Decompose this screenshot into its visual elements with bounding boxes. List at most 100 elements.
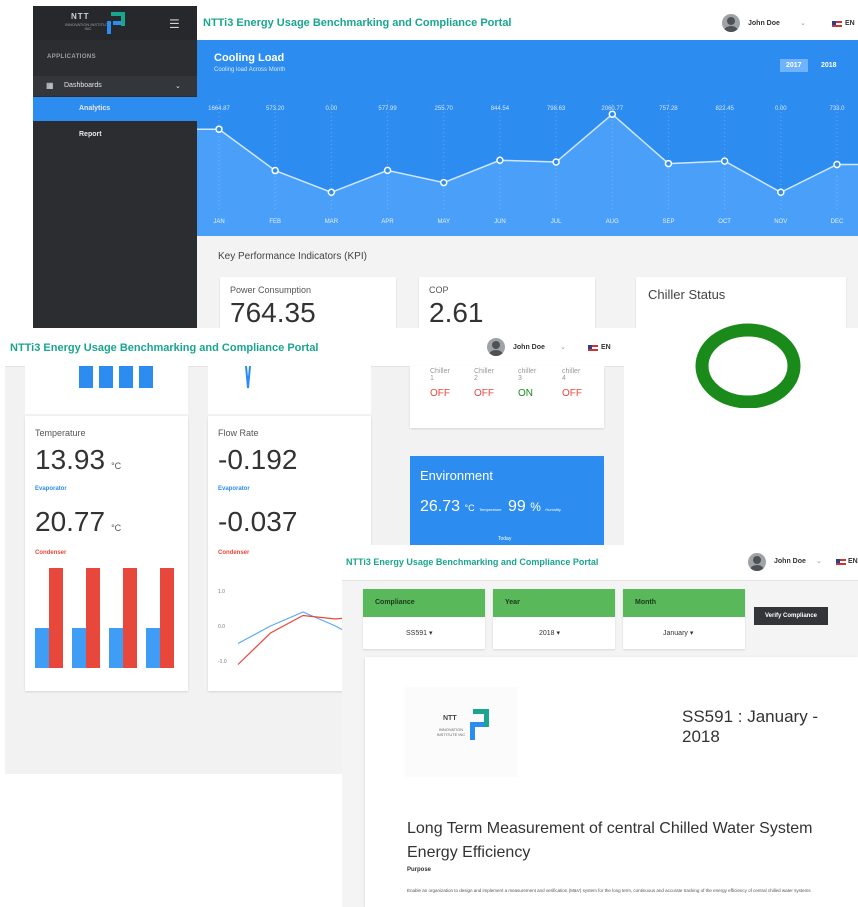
compliance-filter[interactable]: Compliance SS591 ▾ <box>363 589 485 649</box>
chiller-state: OFF <box>474 388 494 399</box>
value-label: 255.70 <box>435 106 454 112</box>
year-select[interactable]: 2018 ▾ <box>539 629 560 637</box>
sidebar: NTT INNOVATION INSTITUTE INC ☰ APPLICATI… <box>33 6 197 328</box>
month-label: MAY <box>437 219 450 225</box>
environment-readings: 26.73 °C Temperature 99 % Humidity <box>420 498 561 516</box>
bar <box>99 366 113 388</box>
condenser-label: Condenser <box>35 550 67 556</box>
month-label: NOV <box>774 219 787 225</box>
condenser-label: Condenser <box>218 550 250 556</box>
year-filter[interactable]: Year 2018 ▾ <box>493 589 615 649</box>
select-value: 2018 <box>539 630 555 637</box>
page-title: NTTi3 Energy Usage Benchmarking and Comp… <box>203 17 512 29</box>
menu-icon[interactable]: ☰ <box>169 17 180 31</box>
chiller-name: Chiller <box>474 368 494 375</box>
month-label: APR <box>381 219 394 225</box>
chiller-number: 3 <box>518 375 522 382</box>
month-label: AUG <box>606 219 619 225</box>
condenser-bar <box>86 568 100 668</box>
chiller-name: chiller <box>518 368 537 375</box>
filter-label: Compliance <box>375 599 415 606</box>
avatar[interactable] <box>722 14 740 32</box>
logo-text: NTT <box>71 12 90 21</box>
bar <box>79 366 93 388</box>
chiller-list-card: Chiller 1 OFF Chiller 2 OFF chiller 3 ON chiller 4… <box>410 366 604 428</box>
value-label: 0.00 <box>775 106 787 112</box>
logo: NTT INNOVATION INSTITUTE INC ☰ <box>33 6 197 40</box>
flow-label: Flow Rate <box>218 428 259 438</box>
flow-spark-card <box>208 365 371 414</box>
month-label: DEC <box>831 219 844 225</box>
chevron-down-icon[interactable]: ⌄ <box>816 557 822 565</box>
temp-unit: °C <box>111 523 122 533</box>
value-label: 822.45 <box>715 106 734 112</box>
chiller-state: OFF <box>562 388 582 399</box>
header: NTTi3 Energy Usage Benchmarking and Comp… <box>5 328 624 367</box>
header: NTTi3 Energy Usage Benchmarking and Comp… <box>197 6 858 41</box>
purpose-text: Enable an organization to design and imp… <box>407 888 811 893</box>
chiller-state: ON <box>518 388 533 399</box>
chevron-down-icon[interactable]: ⌄ <box>560 343 566 351</box>
flag-icon <box>832 21 842 27</box>
chiller-state: OFF <box>430 388 450 399</box>
month-label: SEP <box>662 219 674 225</box>
select-value: January <box>663 630 688 637</box>
logo-subtext: INNOVATION INSTITUTE INC <box>436 727 466 737</box>
chiller-item: Chiller 1 OFF <box>430 368 470 399</box>
flag-icon <box>836 559 846 565</box>
power-label: Power Consumption <box>230 285 312 295</box>
cooling-point <box>439 178 448 187</box>
language-selector[interactable]: EN <box>601 344 611 351</box>
bar <box>139 366 153 388</box>
verify-compliance-button[interactable]: Verify Compliance <box>754 607 828 625</box>
environment-card: Environment 26.73 °C Temperature 99 % Hu… <box>410 456 604 556</box>
user-name[interactable]: John Doe <box>748 20 780 27</box>
value-label: 577.99 <box>378 106 397 112</box>
user-name[interactable]: John Doe <box>513 344 545 351</box>
month-filter[interactable]: Month January ▾ <box>623 589 745 649</box>
language-selector[interactable]: EN <box>848 558 858 565</box>
cooling-point <box>552 158 560 166</box>
cop-value: 2.61 <box>429 297 484 328</box>
env-temp-unit: °C <box>464 503 475 513</box>
report-title: Long Term Measurement of central Chilled… <box>407 820 813 861</box>
value-label: 573.20 <box>266 106 285 112</box>
sidebar-item-analytics[interactable]: Analytics <box>33 97 197 121</box>
cooling-point <box>327 188 336 197</box>
filter-label: Year <box>505 599 520 606</box>
sidebar-item-dashboards[interactable]: ▦ Dashboards ⌄ <box>33 76 197 96</box>
tick-label: 0.0 <box>218 624 225 630</box>
temp-unit: °C <box>111 461 122 471</box>
language-selector[interactable]: EN <box>845 20 855 27</box>
condenser-temp-value: 20.77 <box>35 506 106 537</box>
report-logo: NTT INNOVATION INSTITUTE INC <box>405 687 517 777</box>
grid-icon: ▦ <box>46 81 54 90</box>
env-temp-value: 26.73 <box>420 498 461 515</box>
value-label: 798.63 <box>547 106 566 112</box>
value-label: 757.28 <box>659 106 678 112</box>
cooling-load-panel: Cooling Load Cooling load Across Month 2… <box>197 40 858 236</box>
sidebar-item-report[interactable]: Report <box>33 123 197 147</box>
tick-label: 1.0 <box>218 589 225 595</box>
avatar[interactable] <box>487 338 505 356</box>
compliance-select[interactable]: SS591 ▾ <box>406 629 433 637</box>
avatar[interactable] <box>748 553 766 571</box>
user-name[interactable]: John Doe <box>774 558 806 565</box>
temperature-card: Temperature 13.93 °C Evaporator 20.77 °C C… <box>25 416 188 691</box>
evaporator-temp: 13.93 °C <box>35 444 121 476</box>
chiller-item: Chiller 2 OFF <box>474 368 514 399</box>
flag-icon <box>588 345 598 351</box>
compliance-screenshot: NTTi3 Energy Usage Benchmarking and Comp… <box>342 545 858 907</box>
env-temp-label: Temperature <box>479 507 502 512</box>
condenser-flow-value: -0.037 <box>218 506 298 537</box>
chevron-down-icon[interactable]: ⌄ <box>800 19 806 27</box>
sidebar-item-label: Dashboards <box>64 82 102 89</box>
month-label: OCT <box>718 219 731 225</box>
bar <box>119 366 133 388</box>
month-label: FEB <box>269 219 281 225</box>
chiller-item: chiller 3 ON <box>518 368 558 399</box>
cooling-load-chart: 1664.87 JAN 573.20 FEB 0.00 MAR 577.99 APR 255.7… <box>197 100 858 236</box>
month-select[interactable]: January ▾ <box>663 629 693 637</box>
bars-card-top <box>25 366 188 414</box>
sidebar-item-label: Report <box>79 131 102 138</box>
